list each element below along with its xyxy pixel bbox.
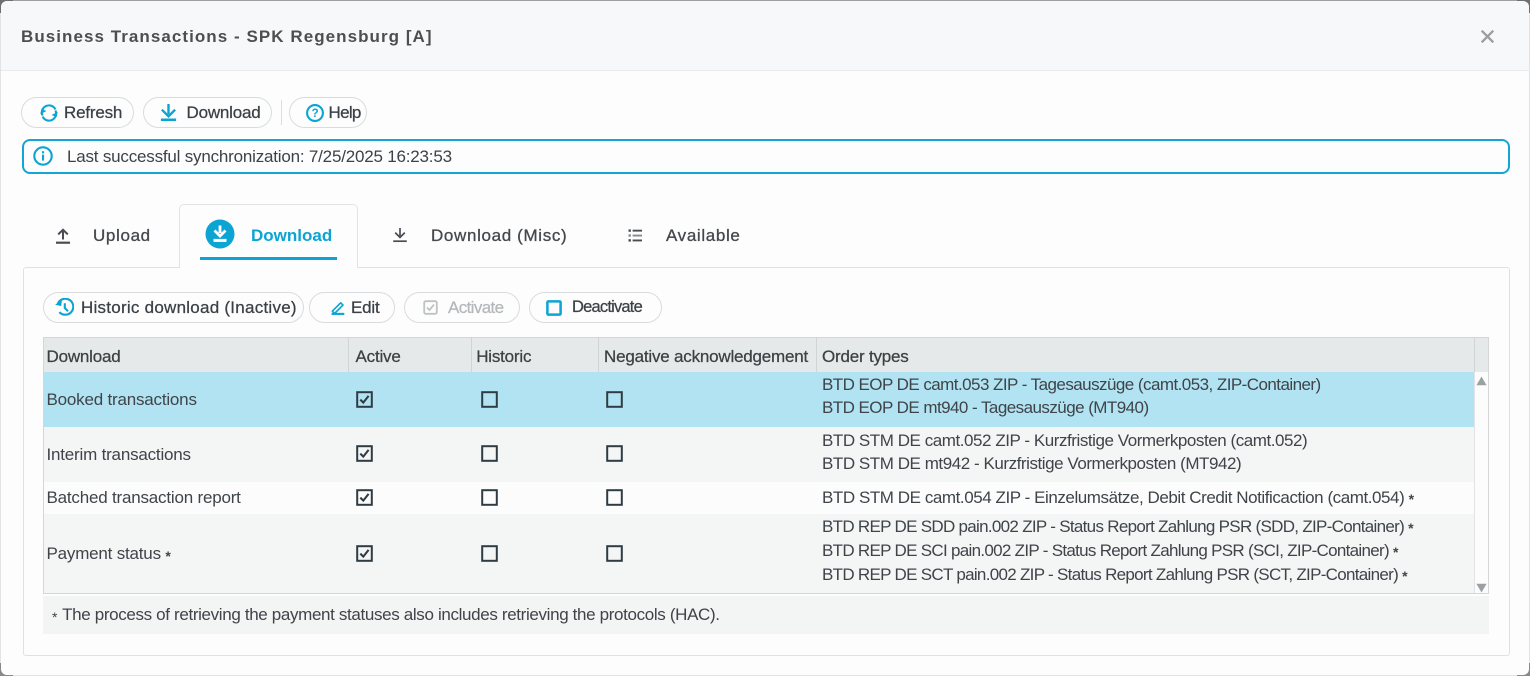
svg-text:?: ? [312, 108, 319, 120]
